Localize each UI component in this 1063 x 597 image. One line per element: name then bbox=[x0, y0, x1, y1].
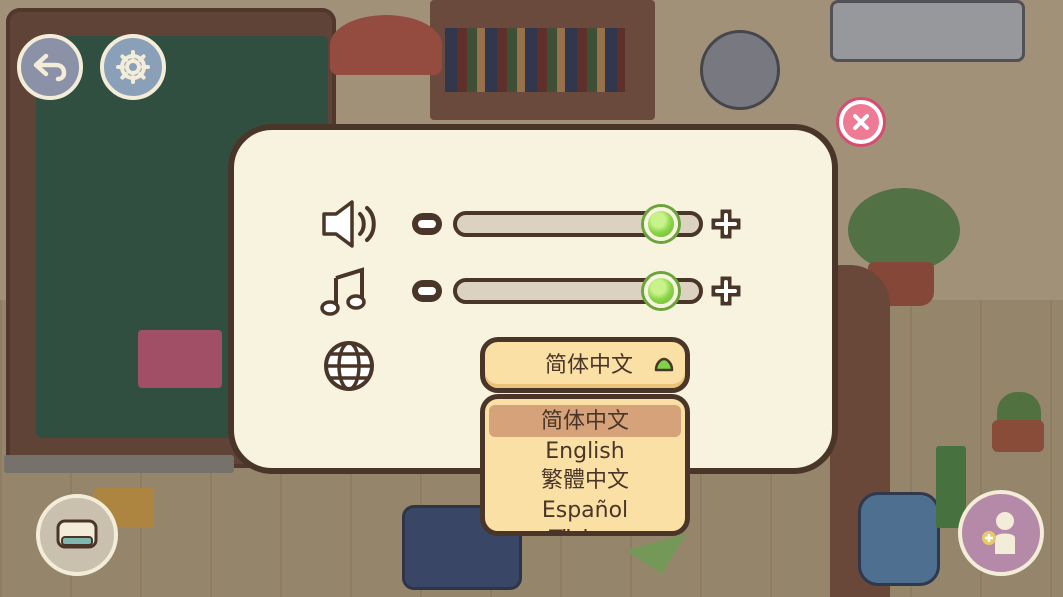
minus-icon bbox=[418, 287, 436, 295]
language-options-list: 简体中文 English 繁體中文 Español Türkçe bbox=[480, 394, 690, 536]
music-note-icon bbox=[320, 266, 370, 318]
sound-slider[interactable] bbox=[453, 207, 703, 241]
gear-icon bbox=[116, 50, 150, 84]
character-add-icon bbox=[982, 512, 1015, 554]
language-option-tr[interactable]: Türkçe bbox=[485, 526, 685, 531]
music-slider[interactable] bbox=[453, 274, 703, 308]
music-slider-handle[interactable] bbox=[644, 274, 679, 308]
character-button[interactable] bbox=[958, 490, 1044, 576]
language-option-zh-hant[interactable]: 繁體中文 bbox=[485, 467, 685, 495]
globe-icon bbox=[322, 339, 376, 393]
close-icon bbox=[843, 104, 879, 140]
music-increase-button[interactable] bbox=[710, 275, 742, 307]
sound-decrease-button[interactable] bbox=[412, 213, 442, 235]
settings-button[interactable] bbox=[100, 34, 166, 100]
language-option-zh-hans[interactable]: 简体中文 bbox=[485, 408, 685, 436]
language-dropdown[interactable]: 简体中文 bbox=[480, 337, 690, 393]
minus-icon bbox=[418, 220, 436, 228]
music-decrease-button[interactable] bbox=[412, 280, 442, 302]
sound-slider-handle[interactable] bbox=[644, 207, 679, 241]
close-button[interactable] bbox=[836, 97, 886, 147]
sofa-icon bbox=[56, 519, 98, 549]
back-arrow-icon bbox=[33, 53, 67, 82]
speaker-icon bbox=[320, 198, 384, 250]
language-option-en[interactable]: English bbox=[485, 438, 685, 466]
chevron-up-icon bbox=[654, 357, 674, 372]
back-button[interactable] bbox=[17, 34, 83, 100]
language-option-es[interactable]: Español bbox=[485, 497, 685, 525]
inventory-button[interactable] bbox=[36, 494, 118, 576]
language-current-value: 简体中文 bbox=[544, 353, 633, 378]
sound-increase-button[interactable] bbox=[710, 208, 742, 240]
